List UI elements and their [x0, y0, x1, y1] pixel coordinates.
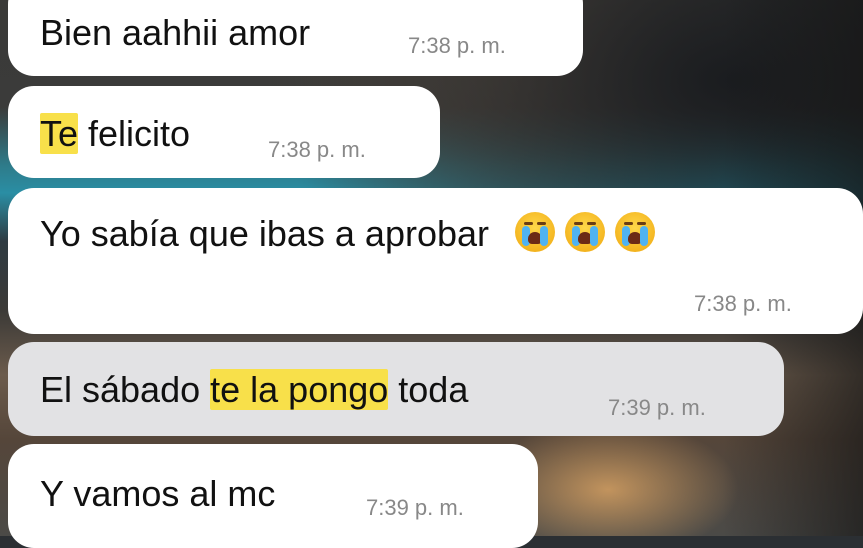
message-text: Y vamos al mc [40, 474, 275, 514]
message-timestamp: 7:38 p. m. [694, 291, 792, 316]
message-timestamp: 7:38 p. m. [408, 33, 506, 58]
message-bubble[interactable]: Bien aahhii amor 7:38 p. m. [8, 0, 583, 76]
message-text: El sábado te la pongo toda [40, 369, 469, 410]
message-text-segment: Bien aahhii amor [40, 12, 311, 53]
message-bubble[interactable]: Y vamos al mc 7:39 p. m. [8, 444, 538, 548]
message-text-segment: El sábado [40, 369, 211, 410]
highlighted-text: Te [40, 113, 79, 154]
message-text-segment: Yo sabía que ibas a aprobar [40, 213, 490, 254]
message-bubble[interactable]: Yo sabía que ibas a aprobar 7:38 p. m. [8, 188, 863, 334]
message-bubble[interactable]: Te felicito 7:38 p. m. [8, 86, 440, 178]
message-text: Yo sabía que ibas a aprobar [40, 212, 656, 256]
message-text-segment: Y vamos al mc [40, 473, 276, 514]
message-text-segment: felicito [78, 113, 191, 154]
loudly-crying-face-icon [565, 212, 606, 253]
loudly-crying-face-icon [515, 212, 556, 253]
message-bubble-selected[interactable]: El sábado te la pongo toda 7:39 p. m. [8, 342, 784, 436]
message-text-segment: toda [388, 369, 469, 410]
message-timestamp: 7:38 p. m. [268, 137, 366, 162]
message-timestamp: 7:39 p. m. [608, 395, 706, 420]
loudly-crying-face-icon [615, 212, 656, 253]
message-text: Te felicito [40, 113, 191, 154]
message-timestamp: 7:39 p. m. [366, 495, 464, 520]
highlighted-text: te la pongo [210, 369, 389, 410]
message-list: Bien aahhii amor 7:38 p. m. Te felicito … [0, 0, 863, 548]
message-text: Bien aahhii amor [40, 13, 310, 53]
